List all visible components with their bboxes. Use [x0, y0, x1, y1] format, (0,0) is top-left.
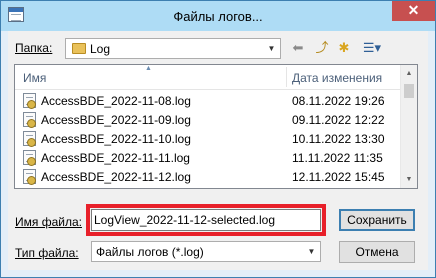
file-name: AccessBDE_2022-11-08.log	[41, 94, 191, 108]
chevron-down-icon[interactable]: ▼	[263, 39, 280, 58]
log-file-icon	[23, 93, 36, 109]
file-name: AccessBDE_2022-11-10.log	[41, 132, 191, 146]
filename-label: Имя файла:	[15, 215, 82, 229]
scroll-up-icon[interactable]: ▲	[401, 65, 417, 82]
column-header-date[interactable]: Дата изменения	[292, 71, 382, 85]
log-file-icon	[23, 169, 36, 185]
column-divider[interactable]	[286, 67, 287, 87]
filetype-label: Тип файла:	[15, 246, 79, 260]
save-button[interactable]: Сохранить	[339, 209, 415, 231]
file-date: 10.11.2022 13:30	[292, 132, 385, 146]
file-date: 11.11.2022 11:35	[292, 151, 383, 165]
list-header: ▲ Имя Дата изменения	[15, 65, 400, 90]
new-folder-icon[interactable]: ✱	[335, 39, 353, 57]
sort-ascending-icon: ▲	[145, 65, 152, 72]
file-row[interactable]: AccessBDE_2022-11-10.log 10.11.2022 13:3…	[15, 129, 400, 148]
file-row[interactable]: AccessBDE_2022-11-12.log 12.11.2022 15:4…	[15, 167, 400, 186]
folder-value: Log	[90, 42, 111, 56]
file-row[interactable]: AccessBDE_2022-11-11.log 11.11.2022 11:3…	[15, 148, 400, 167]
log-file-icon	[23, 150, 36, 166]
vertical-scrollbar[interactable]: ▲ ▼	[400, 65, 417, 188]
up-folder-icon[interactable]: ⤴	[313, 39, 331, 57]
back-icon[interactable]: ⬅	[289, 39, 307, 57]
file-name: AccessBDE_2022-11-11.log	[41, 151, 190, 165]
file-name: AccessBDE_2022-11-09.log	[41, 113, 191, 127]
log-file-icon	[23, 131, 36, 147]
folder-label: Папка:	[15, 41, 52, 55]
title-bar[interactable]: Файлы логов... ✕	[1, 1, 435, 31]
scroll-down-icon[interactable]: ▼	[401, 171, 417, 188]
file-name: AccessBDE_2022-11-12.log	[41, 170, 191, 184]
log-file-icon	[23, 112, 36, 128]
dialog-body: Папка: Log ▼ ⬅ ⤴ ✱ ☰▾ ▲ Имя Дата изменен…	[8, 31, 428, 270]
file-row[interactable]: AccessBDE_2022-11-08.log 08.11.2022 19:2…	[15, 91, 400, 110]
folder-icon	[72, 43, 86, 54]
filetype-value: Файлы логов (*.log)	[96, 245, 204, 259]
folder-label-text: Папка:	[15, 41, 53, 55]
chevron-down-icon[interactable]: ▼	[303, 242, 320, 261]
file-list[interactable]: ▲ Имя Дата изменения AccessBDE_2022-11-0…	[14, 64, 418, 189]
filename-label-text: Имя файла:	[15, 215, 82, 229]
column-header-name[interactable]: Имя	[23, 71, 46, 85]
folder-dropdown[interactable]: Log ▼	[65, 38, 281, 59]
scroll-thumb[interactable]	[404, 84, 414, 98]
cancel-button[interactable]: Отмена	[339, 241, 415, 263]
file-row[interactable]: AccessBDE_2022-11-09.log 09.11.2022 12:2…	[15, 110, 400, 129]
close-button[interactable]: ✕	[392, 1, 435, 21]
save-dialog-window: Файлы логов... ✕ Папка: Log ▼ ⬅ ⤴ ✱ ☰▾ ▲…	[0, 0, 436, 278]
window-title: Файлы логов...	[173, 9, 263, 24]
view-menu-icon[interactable]: ☰▾	[359, 39, 385, 57]
filename-highlight-box	[86, 204, 326, 236]
file-date: 12.11.2022 15:45	[292, 170, 385, 184]
filetype-label-text: Тип файла:	[15, 246, 79, 260]
file-date: 08.11.2022 19:26	[292, 94, 385, 108]
file-date: 09.11.2022 12:22	[292, 113, 385, 127]
filetype-dropdown[interactable]: Файлы логов (*.log) ▼	[91, 241, 321, 262]
